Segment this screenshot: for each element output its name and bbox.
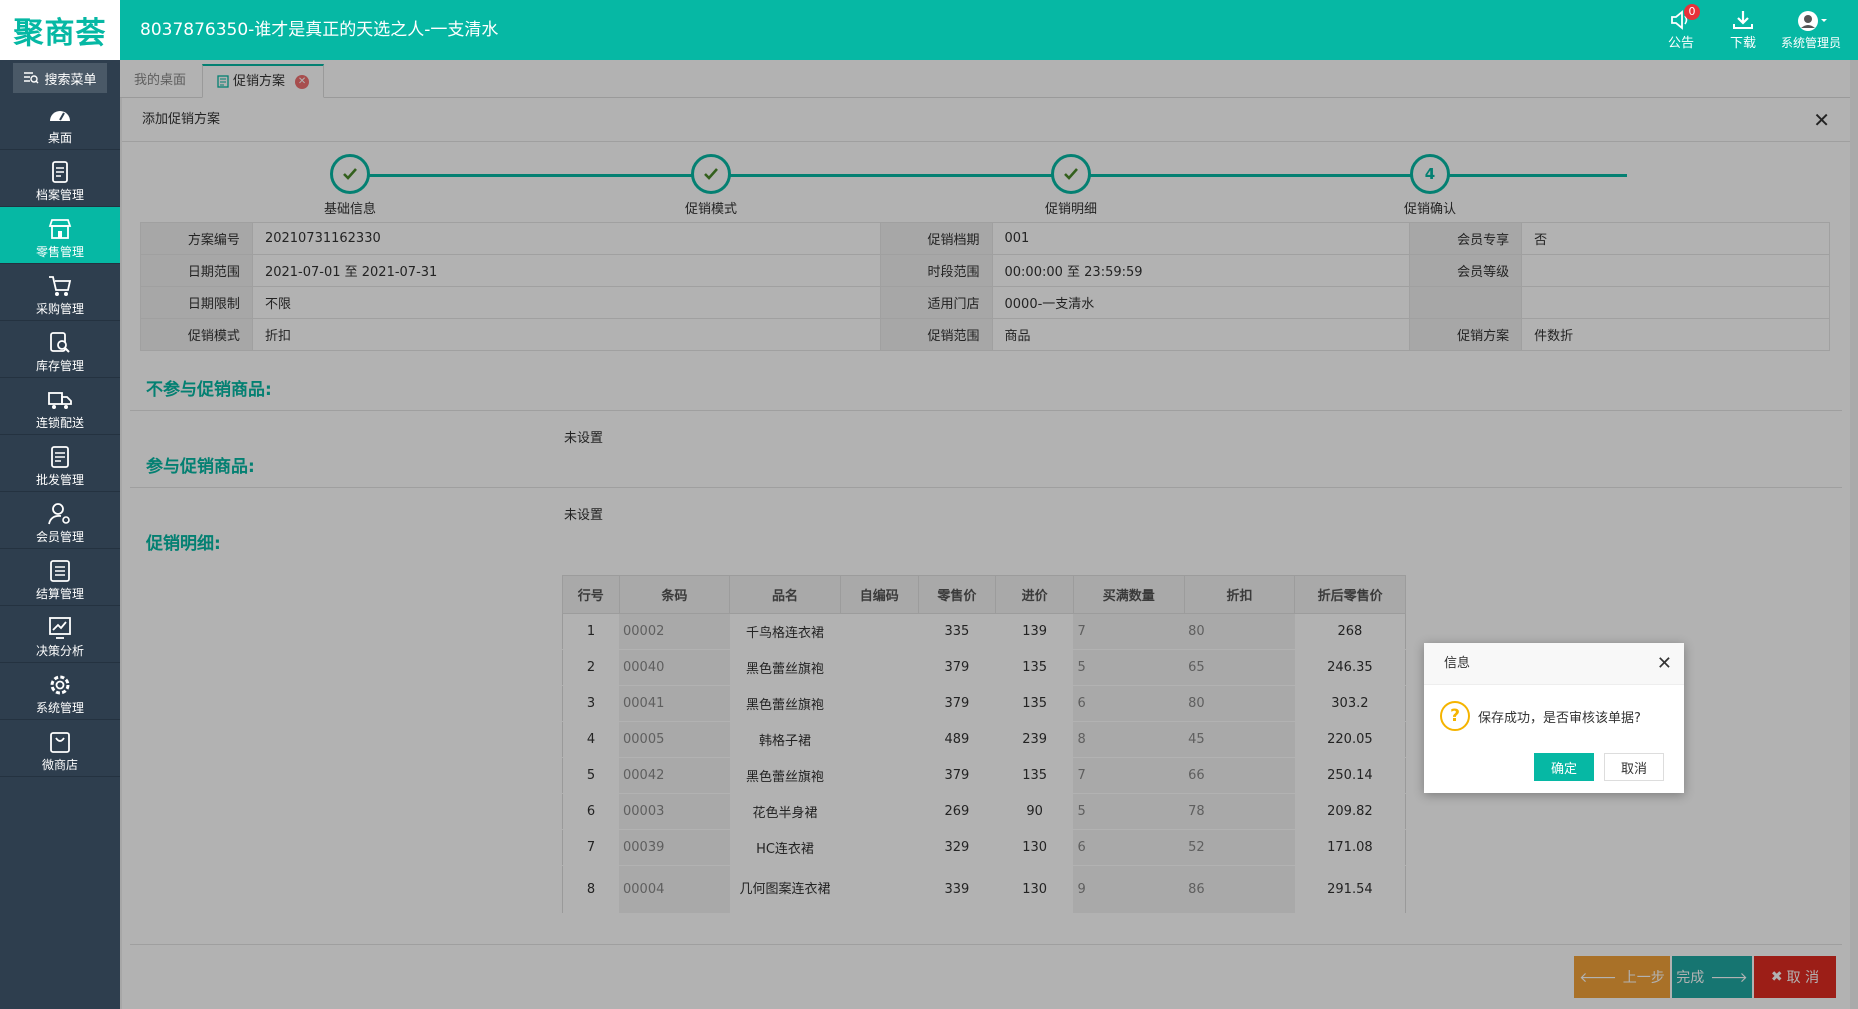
sidebar-item-wholesale[interactable]: 批发管理 (0, 435, 120, 492)
dialog-ok-button[interactable]: 确定 (1534, 753, 1594, 781)
sidebar-item-label: 系统管理 (35, 701, 84, 715)
dialog-title: 信息 (1444, 656, 1471, 671)
inventory-icon (50, 332, 70, 353)
sidebar-item-label: 档案管理 (35, 188, 84, 202)
cart-icon (49, 276, 72, 296)
search-menu-label: 搜索菜单 (44, 72, 97, 88)
wholesale-icon (51, 446, 69, 468)
sidebar-item-archive[interactable]: 档案管理 (0, 150, 120, 207)
sidebar-item-microshop[interactable]: 微商店 (0, 720, 120, 777)
sidebar-item-settlement[interactable]: 结算管理 (0, 549, 120, 606)
download-label: 下载 (1729, 35, 1756, 51)
sidebar-item-label: 批发管理 (35, 473, 84, 487)
gear-icon (50, 675, 70, 695)
sidebar-item-label: 连锁配送 (35, 416, 84, 430)
sidebar-item-system[interactable]: 系统管理 (0, 663, 120, 720)
search-menu-button[interactable]: 搜索菜单 (13, 63, 107, 93)
sidebar-item-desktop[interactable]: 桌面 (0, 93, 120, 150)
store-icon (48, 219, 72, 239)
sidebar-item-inventory[interactable]: 库存管理 (0, 321, 120, 378)
truck-icon (48, 392, 72, 409)
sidebar-item-member[interactable]: 会员管理 (0, 492, 120, 549)
menu-search-icon (24, 72, 40, 84)
sidebar-item-label: 库存管理 (35, 359, 84, 373)
sidebar-item-label: 决策分析 (35, 644, 84, 658)
sidebar-item-retail[interactable]: 零售管理 (0, 207, 120, 264)
user-label: 系统管理员 (1780, 35, 1841, 50)
dialog-message: 保存成功，是否审核该单据? (1478, 710, 1641, 726)
dialog-header: 信息 ✕ (1424, 643, 1684, 685)
sidebar: 搜索菜单 桌面 档案管理 零售管理 采购管理 库存管理 连锁配送 批发管理 会员… (0, 60, 120, 1009)
user-menu[interactable]: 系统管理员 (1774, 10, 1848, 51)
sidebar-item-purchase[interactable]: 采购管理 (0, 264, 120, 321)
confirm-dialog: 信息 ✕ ? 保存成功，是否审核该单据? 确定 取消 (1424, 643, 1684, 793)
sidebar-item-label: 结算管理 (35, 587, 84, 601)
announce-badge: 0 (1684, 3, 1700, 20)
archive-icon (52, 161, 68, 183)
sidebar-item-label: 采购管理 (35, 302, 84, 316)
sidebar-item-label: 桌面 (47, 131, 72, 145)
sidebar-item-label: 微商店 (41, 758, 78, 772)
download-icon (1733, 10, 1753, 29)
dialog-close-icon[interactable]: ✕ (1657, 643, 1672, 685)
settlement-icon (50, 560, 70, 582)
dialog-cancel-button[interactable]: 取消 (1604, 753, 1664, 781)
sidebar-item-label: 会员管理 (35, 530, 84, 544)
dialog-buttons: 确定 取消 (1534, 753, 1664, 781)
member-icon (48, 503, 70, 525)
announce-label: 公告 (1667, 35, 1694, 51)
modal-overlay (120, 60, 1858, 1009)
sidebar-item-label: 零售管理 (35, 245, 84, 259)
question-icon: ? (1440, 701, 1470, 731)
sidebar-item-chain[interactable]: 连锁配送 (0, 378, 120, 435)
download-button[interactable]: 下载 (1712, 10, 1774, 51)
sidebar-item-analytics[interactable]: 决策分析 (0, 606, 120, 663)
analytics-icon (49, 617, 71, 639)
dashboard-icon (50, 111, 70, 121)
top-header: 聚商荟 8037876350-谁才是真正的天选之人-一支清水 0 公告 下载 系… (0, 0, 1858, 60)
bag-icon (50, 732, 70, 753)
app-logo[interactable]: 聚商荟 (0, 0, 120, 60)
avatar (1798, 10, 1827, 31)
dialog-body: ? 保存成功，是否审核该单据? (1424, 685, 1684, 731)
top-actions: 0 公告 下载 系统管理员 (1650, 0, 1848, 60)
announce-button[interactable]: 0 公告 (1650, 3, 1712, 51)
store-title: 8037876350-谁才是真正的天选之人-一支清水 (140, 20, 499, 40)
